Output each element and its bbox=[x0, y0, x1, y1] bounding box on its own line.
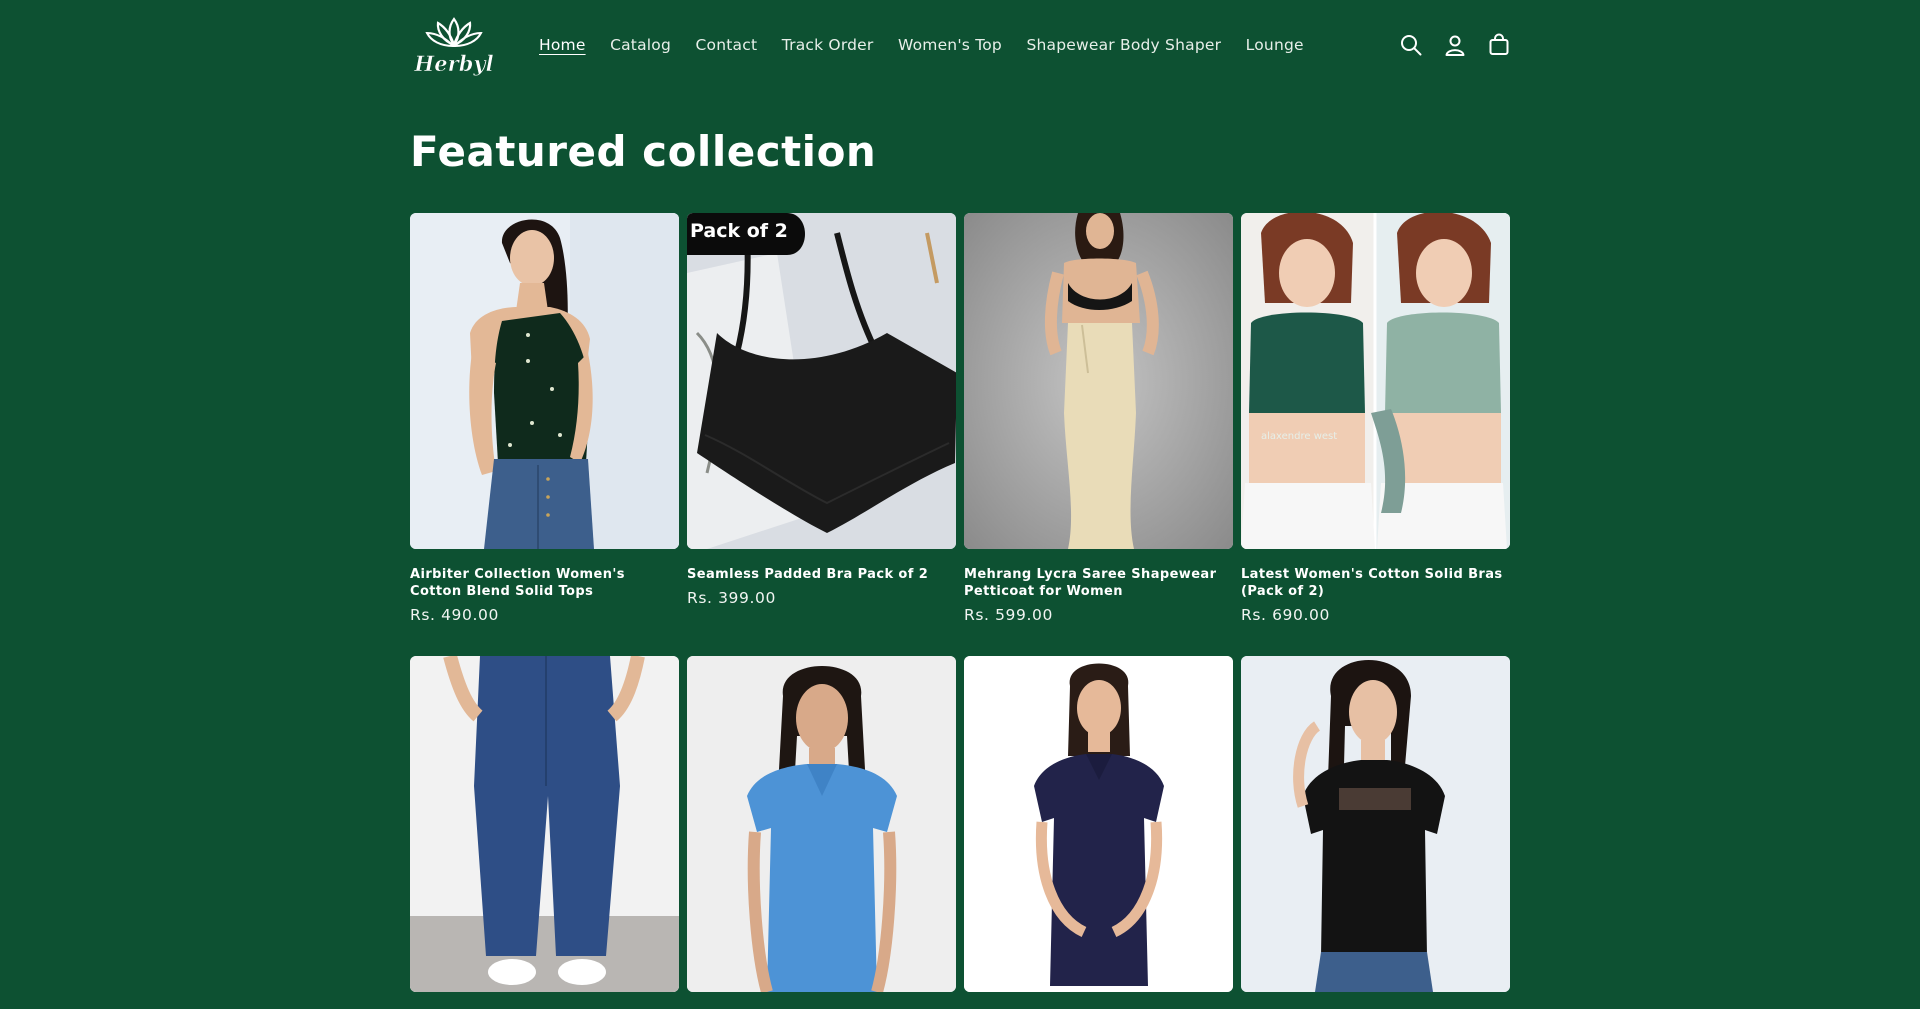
product-card[interactable]: Pack of 2 Seamless Padded Bra Pack of 2 … bbox=[687, 213, 956, 607]
product-card[interactable]: Airbiter Collection Women's Cotton Blend… bbox=[410, 213, 679, 624]
section-title: Featured collection bbox=[410, 127, 877, 176]
product-card[interactable]: alaxendre west Latest Women's Cotton Sol… bbox=[1241, 213, 1510, 624]
nav-womens-top[interactable]: Women's Top bbox=[898, 36, 1002, 54]
nav-catalog[interactable]: Catalog bbox=[610, 36, 671, 54]
product-image[interactable] bbox=[410, 213, 679, 549]
badge-text: Pack of 2 bbox=[690, 220, 788, 242]
product-card[interactable] bbox=[964, 656, 1233, 1009]
product-price: Rs. 490.00 bbox=[410, 606, 499, 624]
product-title[interactable]: Airbiter Collection Women's Cotton Blend… bbox=[410, 566, 679, 600]
product-image[interactable]: alaxendre west bbox=[1241, 213, 1510, 549]
nav-contact[interactable]: Contact bbox=[696, 36, 758, 54]
product-image[interactable] bbox=[410, 656, 679, 992]
product-price: Rs. 399.00 bbox=[687, 589, 776, 607]
search-icon[interactable] bbox=[1399, 33, 1423, 57]
header-actions bbox=[1399, 33, 1511, 57]
nav-track-order[interactable]: Track Order bbox=[782, 36, 874, 54]
svg-text:Herbyl: Herbyl bbox=[413, 51, 493, 76]
nav-lounge[interactable]: Lounge bbox=[1246, 36, 1304, 54]
product-image[interactable]: Pack of 2 bbox=[687, 213, 956, 549]
product-title[interactable]: Latest Women's Cotton Solid Bras (Pack o… bbox=[1241, 566, 1510, 600]
nav-home[interactable]: Home bbox=[539, 36, 586, 54]
nav-shapewear-body-shaper[interactable]: Shapewear Body Shaper bbox=[1026, 36, 1221, 54]
print-text: alaxendre west bbox=[1261, 431, 1337, 442]
product-image[interactable] bbox=[964, 213, 1233, 549]
brand-logo[interactable]: Herbyl bbox=[413, 15, 495, 79]
product-card[interactable] bbox=[410, 656, 679, 1009]
account-icon[interactable] bbox=[1443, 33, 1467, 57]
product-card[interactable]: Mehrang Lycra Saree Shapewear Petticoat … bbox=[964, 213, 1233, 624]
site-header: Herbyl Home Catalog Contact Track Order … bbox=[410, 0, 1511, 95]
product-title[interactable]: Mehrang Lycra Saree Shapewear Petticoat … bbox=[964, 566, 1233, 600]
product-image[interactable] bbox=[687, 656, 956, 992]
product-card[interactable] bbox=[687, 656, 956, 1009]
main-navigation: Home Catalog Contact Track Order Women's… bbox=[539, 36, 1328, 54]
product-price: Rs. 690.00 bbox=[1241, 606, 1330, 624]
product-image[interactable] bbox=[1241, 656, 1510, 992]
product-image[interactable] bbox=[964, 656, 1233, 992]
product-title[interactable]: Seamless Padded Bra Pack of 2 bbox=[687, 566, 956, 583]
product-price: Rs. 599.00 bbox=[964, 606, 1053, 624]
product-card[interactable] bbox=[1241, 656, 1510, 1009]
cart-icon[interactable] bbox=[1487, 33, 1511, 57]
